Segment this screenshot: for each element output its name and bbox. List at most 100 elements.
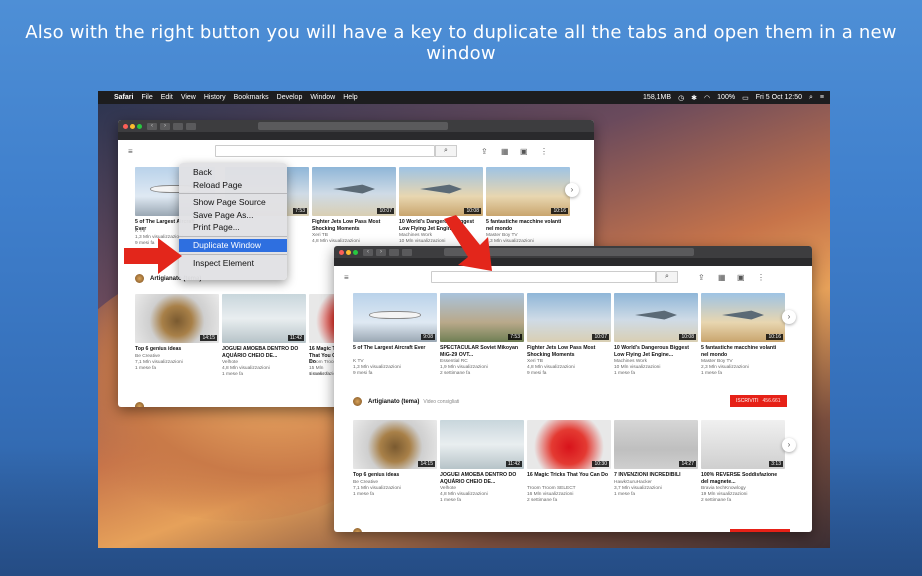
- video-title[interactable]: Top 6 genius ideas: [353, 472, 437, 479]
- wifi-icon[interactable]: ◠: [704, 94, 710, 102]
- menu-history[interactable]: History: [204, 94, 226, 101]
- menu-icon[interactable]: ≡: [344, 273, 352, 282]
- video-thumbnail[interactable]: 10:16: [701, 293, 785, 342]
- search-input[interactable]: [215, 145, 435, 157]
- subscriber-count: 456.661: [762, 398, 781, 404]
- video-thumbnail[interactable]: 14:27: [614, 420, 698, 469]
- menu-item-back[interactable]: Back: [179, 166, 287, 179]
- video-age: 1 mese fa: [614, 492, 636, 497]
- video-thumbnail[interactable]: 11:42: [222, 294, 306, 343]
- video-thumbnail[interactable]: 9:08: [353, 293, 437, 342]
- video-thumbnail[interactable]: 14:15: [353, 420, 437, 469]
- video-thumbnail[interactable]: 10:07: [527, 293, 611, 342]
- video-thumbnail[interactable]: 7:53: [440, 293, 524, 342]
- menu-edit[interactable]: Edit: [161, 94, 173, 101]
- menu-item-print[interactable]: Print Page...: [179, 221, 287, 234]
- video-title[interactable]: 100% REVERSE Soddisfazione del magnete..…: [701, 472, 785, 485]
- video-title[interactable]: JOGUEI AMOEBA DENTRO DO AQUÁRIO CHEIO DE…: [440, 472, 524, 485]
- video-title[interactable]: 7 INVENZIONI INCREDIBILI: [614, 472, 698, 479]
- video-title[interactable]: 16 Magic Tricks That You Can Do: [527, 472, 611, 479]
- arrow-pointer-icon: [124, 238, 182, 274]
- menu-safari[interactable]: Safari: [114, 94, 133, 101]
- forward-icon[interactable]: ›: [160, 122, 170, 130]
- notification-icon[interactable]: ≡: [820, 94, 824, 101]
- video-title[interactable]: 5 fantastiche macchine volanti nel mondo: [701, 345, 785, 358]
- messages-icon[interactable]: ▣: [737, 273, 745, 282]
- menu-item-duplicate-window[interactable]: Duplicate Window: [179, 238, 287, 252]
- battery-icon[interactable]: ▭: [742, 94, 749, 102]
- video-thumbnail[interactable]: 11:42: [440, 420, 524, 469]
- menu-develop[interactable]: Develop: [277, 94, 303, 101]
- address-bar[interactable]: [258, 122, 448, 130]
- video-title[interactable]: 5 of The Largest Aircraft Ever: [353, 345, 437, 352]
- menu-bookmarks[interactable]: Bookmarks: [234, 94, 269, 101]
- menu-view[interactable]: View: [181, 94, 196, 101]
- video-title[interactable]: SPECTACULAR Soviet Mikoyan MiG-29 OVT...: [440, 345, 524, 358]
- video-thumbnail[interactable]: 14:15: [135, 294, 219, 343]
- next-arrow-icon[interactable]: ›: [565, 183, 579, 197]
- subscribe-button[interactable]: [730, 529, 790, 532]
- messages-icon[interactable]: ▣: [520, 147, 528, 156]
- context-menu: Back Reload Page Show Page Source Save P…: [179, 163, 287, 280]
- more-icon[interactable]: ⋮: [757, 273, 765, 282]
- menu-item-show-source[interactable]: Show Page Source: [179, 196, 287, 209]
- channel-subtitle: Video consigliati: [423, 399, 460, 405]
- menu-item-inspect[interactable]: Inspect Element: [179, 257, 287, 270]
- zoom-button[interactable]: [137, 123, 142, 129]
- video-age: 1 mese fa: [440, 498, 462, 503]
- apps-icon[interactable]: ▦: [501, 147, 509, 156]
- close-button[interactable]: [339, 249, 344, 255]
- menu-file[interactable]: File: [141, 94, 152, 101]
- spotlight-icon[interactable]: ⌕: [809, 94, 813, 102]
- video-thumbnail[interactable]: 10:07: [312, 167, 396, 216]
- menu-item-save-page[interactable]: Save Page As...: [179, 209, 287, 222]
- channel-avatar[interactable]: [353, 397, 362, 406]
- clock[interactable]: Fri 5 Oct 12:50: [756, 94, 802, 101]
- search-icon[interactable]: ⌕: [435, 145, 457, 157]
- sidebar-icon[interactable]: [173, 122, 183, 130]
- subscribe-button[interactable]: ISCRIVITI 456.661: [730, 395, 787, 407]
- more-icon[interactable]: ⋮: [540, 147, 548, 156]
- menu-bar: Safari File Edit View History Bookmarks …: [98, 91, 830, 104]
- channel-avatar[interactable]: [135, 402, 144, 407]
- network-stat[interactable]: 158,1MB: [643, 94, 671, 101]
- video-title[interactable]: Fighter Jets Low Pass Most Shocking Mome…: [527, 345, 611, 358]
- next-arrow-icon[interactable]: ›: [782, 310, 796, 324]
- upload-icon[interactable]: ⇪: [698, 273, 705, 282]
- video-thumbnail[interactable]: 10:30: [527, 420, 611, 469]
- video-title[interactable]: JOGUEI AMOEBA DENTRO DO AQUÁRIO CHEIO DE…: [222, 346, 306, 359]
- video-thumbnail[interactable]: 10:16: [486, 167, 570, 216]
- video-title[interactable]: 5 fantastiche macchine volanti nel mondo: [486, 219, 570, 232]
- video-title[interactable]: Top 6 genius ideas: [135, 346, 219, 353]
- video-thumbnail[interactable]: 10:08: [399, 167, 483, 216]
- channel-avatar[interactable]: [353, 528, 362, 532]
- video-title[interactable]: Fighter Jets Low Pass Most Shocking Mome…: [312, 219, 396, 232]
- menu-separator: [179, 253, 287, 255]
- channel-name[interactable]: Artigianato (tema) Video consigliati: [368, 399, 459, 405]
- video-title[interactable]: 10 World's Dangerous Biggest Low Flying …: [614, 345, 698, 358]
- back-icon[interactable]: ‹: [363, 248, 373, 256]
- video-thumbnail[interactable]: 10:08: [614, 293, 698, 342]
- battery-percent[interactable]: 100%: [717, 94, 735, 101]
- close-button[interactable]: [123, 123, 128, 129]
- sidebar-icon[interactable]: [389, 248, 399, 256]
- video-age: 2 settimane fa: [527, 498, 558, 503]
- search-icon[interactable]: ⌕: [656, 271, 678, 283]
- minimize-button[interactable]: [130, 123, 135, 129]
- tabs-icon[interactable]: [186, 122, 196, 130]
- tabs-icon[interactable]: [402, 248, 412, 256]
- menu-icon[interactable]: ≡: [128, 147, 136, 156]
- next-arrow-icon[interactable]: ›: [782, 438, 796, 452]
- zoom-button[interactable]: [353, 249, 358, 255]
- minimize-button[interactable]: [346, 249, 351, 255]
- menu-help[interactable]: Help: [343, 94, 357, 101]
- video-thumbnail[interactable]: 3:13: [701, 420, 785, 469]
- menu-window[interactable]: Window: [310, 94, 335, 101]
- bluetooth-icon[interactable]: ✱: [691, 94, 697, 102]
- apps-icon[interactable]: ▦: [718, 273, 726, 282]
- upload-icon[interactable]: ⇪: [481, 147, 488, 156]
- timer-icon[interactable]: ◷: [678, 94, 684, 102]
- back-icon[interactable]: ‹: [147, 122, 157, 130]
- forward-icon[interactable]: ›: [376, 248, 386, 256]
- menu-item-reload[interactable]: Reload Page: [179, 179, 287, 192]
